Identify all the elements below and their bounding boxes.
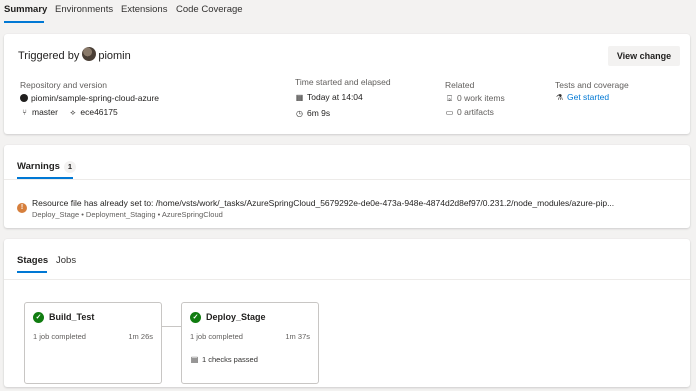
success-check-icon: ✓ <box>190 312 201 323</box>
tab-code-coverage[interactable]: Code Coverage <box>176 0 243 26</box>
commit-id[interactable]: ece46175 <box>80 107 117 117</box>
stage-card-deploy-stage[interactable]: ✓ Deploy_Stage 1 job completed 1m 37s ▤ 1… <box>181 302 319 384</box>
stage-duration: 1m 26s <box>128 332 153 341</box>
repo-label: Repository and version <box>20 80 107 90</box>
elapsed-time: 6m 9s <box>307 108 331 118</box>
active-tab-indicator <box>4 21 44 23</box>
repo-link[interactable]: piomin/sample-spring-cloud-azure <box>31 93 159 103</box>
branch-row: ⑂ master ⟡ ece46175 <box>20 107 118 118</box>
get-started-link[interactable]: ⚗ Get started <box>555 92 609 102</box>
trigger-user[interactable]: piomin <box>98 50 130 62</box>
stage-name: Build_Test <box>49 312 95 322</box>
tab-extensions[interactable]: Extensions <box>121 0 167 26</box>
stage-checks-row[interactable]: ▤ 1 checks passed <box>190 355 258 364</box>
triggered-by: Triggered by piomin <box>18 47 131 62</box>
work-item-icon: ⌺ <box>447 94 452 103</box>
calendar-icon: ▦ <box>295 93 304 102</box>
github-icon <box>20 94 28 102</box>
warning-icon: ! <box>17 203 27 213</box>
get-started-label: Get started <box>567 92 610 102</box>
repo-row: piomin/sample-spring-cloud-azure <box>20 93 159 103</box>
stage-duration: 1m 37s <box>285 332 310 341</box>
tab-jobs[interactable]: Jobs <box>56 255 76 266</box>
started-time: Today at 14:04 <box>307 92 363 102</box>
related-label: Related <box>445 80 475 90</box>
flask-icon: ⚗ <box>555 93 564 102</box>
summary-card: Triggered by piomin View change Repositor… <box>4 34 690 134</box>
clock-icon: ◷ <box>296 109 303 118</box>
warnings-header[interactable]: Warnings 1 <box>17 161 76 173</box>
warnings-count-badge: 1 <box>63 161 76 173</box>
stage-card-build-test[interactable]: ✓ Build_Test 1 job completed 1m 26s <box>24 302 162 384</box>
elapsed-row: ◷ 6m 9s <box>295 108 330 118</box>
started-row: ▦ Today at 14:04 <box>295 92 363 102</box>
tests-label: Tests and coverage <box>555 80 629 90</box>
stage-checks: 1 checks passed <box>202 355 258 364</box>
tab-environments[interactable]: Environments <box>55 0 113 26</box>
view-change-button[interactable]: View change <box>608 46 680 66</box>
tab-stages[interactable]: Stages <box>17 255 48 266</box>
top-tab-bar: Summary Environments Extensions Code Cov… <box>0 0 696 26</box>
stage-jobs-status: 1 job completed <box>33 332 86 341</box>
artifact-icon: ▭ <box>445 108 454 117</box>
work-items-row: ⌺ 0 work items <box>445 93 505 104</box>
stages-tab-underline <box>17 271 47 273</box>
checklist-icon: ▤ <box>190 355 199 364</box>
warnings-card: Warnings 1 ! Resource file has already se… <box>4 145 690 228</box>
branch-name[interactable]: master <box>32 107 58 117</box>
stages-divider <box>4 279 690 280</box>
artifacts-row: ▭ 0 artifacts <box>445 107 494 117</box>
artifacts-count[interactable]: 0 artifacts <box>457 107 494 117</box>
warnings-divider <box>4 179 690 180</box>
triggered-by-label: Triggered by <box>18 50 80 62</box>
warning-path: Deploy_Stage • Deployment_Staging • Azur… <box>32 210 223 219</box>
stage-connector <box>162 326 181 327</box>
warning-message[interactable]: Resource file has already set to: /home/… <box>32 198 614 208</box>
stages-card: Stages Jobs ✓ Build_Test 1 job completed… <box>4 239 690 387</box>
stage-name: Deploy_Stage <box>206 312 266 322</box>
branch-icon: ⑂ <box>22 108 27 117</box>
work-items-count[interactable]: 0 work items <box>457 93 505 103</box>
time-label: Time started and elapsed <box>295 77 391 87</box>
commit-icon: ⟡ <box>70 108 76 117</box>
avatar <box>82 47 97 61</box>
success-check-icon: ✓ <box>33 312 44 323</box>
stage-jobs-status: 1 job completed <box>190 332 243 341</box>
warnings-title: Warnings <box>17 161 60 172</box>
